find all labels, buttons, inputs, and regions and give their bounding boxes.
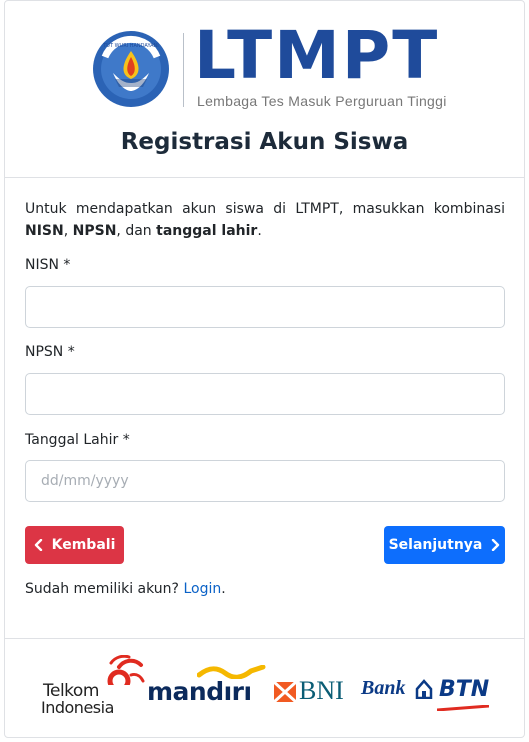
next-button-label: Selanjutnya — [388, 537, 483, 553]
bank-btn-logo: Bank BTN — [361, 677, 491, 711]
btn-wordmark: BTN — [439, 677, 490, 702]
chevron-right-icon — [492, 539, 500, 551]
partners-footer: Telkom Indonesia mandırı BNI Bank BTN — [5, 638, 524, 738]
bni-mark-icon — [273, 681, 297, 703]
bni-wordmark: BNI — [299, 676, 344, 705]
intro-text: Untuk mendapatkan akun siswa di LTMPT, m… — [25, 201, 505, 239]
telkom-line2: Indonesia — [41, 698, 114, 717]
tut-wuri-handayani-emblem-icon: TUT WURI HANDAYANI — [93, 31, 169, 107]
ltmpt-logo: TUT WURI HANDAYANI LTMPT Lembaga Tes Mas… — [91, 23, 451, 117]
back-button-label: Kembali — [51, 537, 116, 553]
btn-bank-word: Bank — [361, 677, 406, 699]
login-prompt: Sudah memiliki akun? Login. — [25, 581, 226, 597]
dob-input[interactable] — [25, 460, 505, 502]
brand-tagline: Lembaga Tes Masuk Perguruan Tinggi — [197, 93, 447, 109]
nisn-label: NISN * — [25, 257, 71, 273]
brand-name: LTMPT — [194, 17, 440, 94]
mandiri-logo: mandırı — [147, 665, 267, 709]
npsn-input[interactable] — [25, 373, 505, 415]
card-header: TUT WURI HANDAYANI LTMPT Lembaga Tes Mas… — [5, 1, 524, 178]
chevron-left-icon — [34, 539, 42, 551]
nisn-input[interactable] — [25, 286, 505, 328]
registration-card: TUT WURI HANDAYANI LTMPT Lembaga Tes Mas… — [4, 0, 525, 738]
svg-text:TUT WURI HANDAYANI: TUT WURI HANDAYANI — [102, 43, 159, 49]
login-link[interactable]: Login — [183, 581, 221, 597]
btn-house-icon — [415, 679, 433, 699]
page-title: Registrasi Akun Siswa — [120, 129, 409, 155]
npsn-label: NPSN * — [25, 344, 75, 360]
bni-logo: BNI — [273, 676, 358, 709]
mandiri-wordmark: mandırı — [147, 677, 252, 706]
dob-label: Tanggal Lahir * — [25, 432, 130, 448]
logo-divider — [183, 33, 184, 107]
telkom-indonesia-logo: Telkom Indonesia — [41, 655, 146, 717]
back-button[interactable]: Kembali — [25, 526, 124, 564]
btn-underline-icon — [437, 705, 489, 711]
next-button[interactable]: Selanjutnya — [384, 526, 505, 564]
